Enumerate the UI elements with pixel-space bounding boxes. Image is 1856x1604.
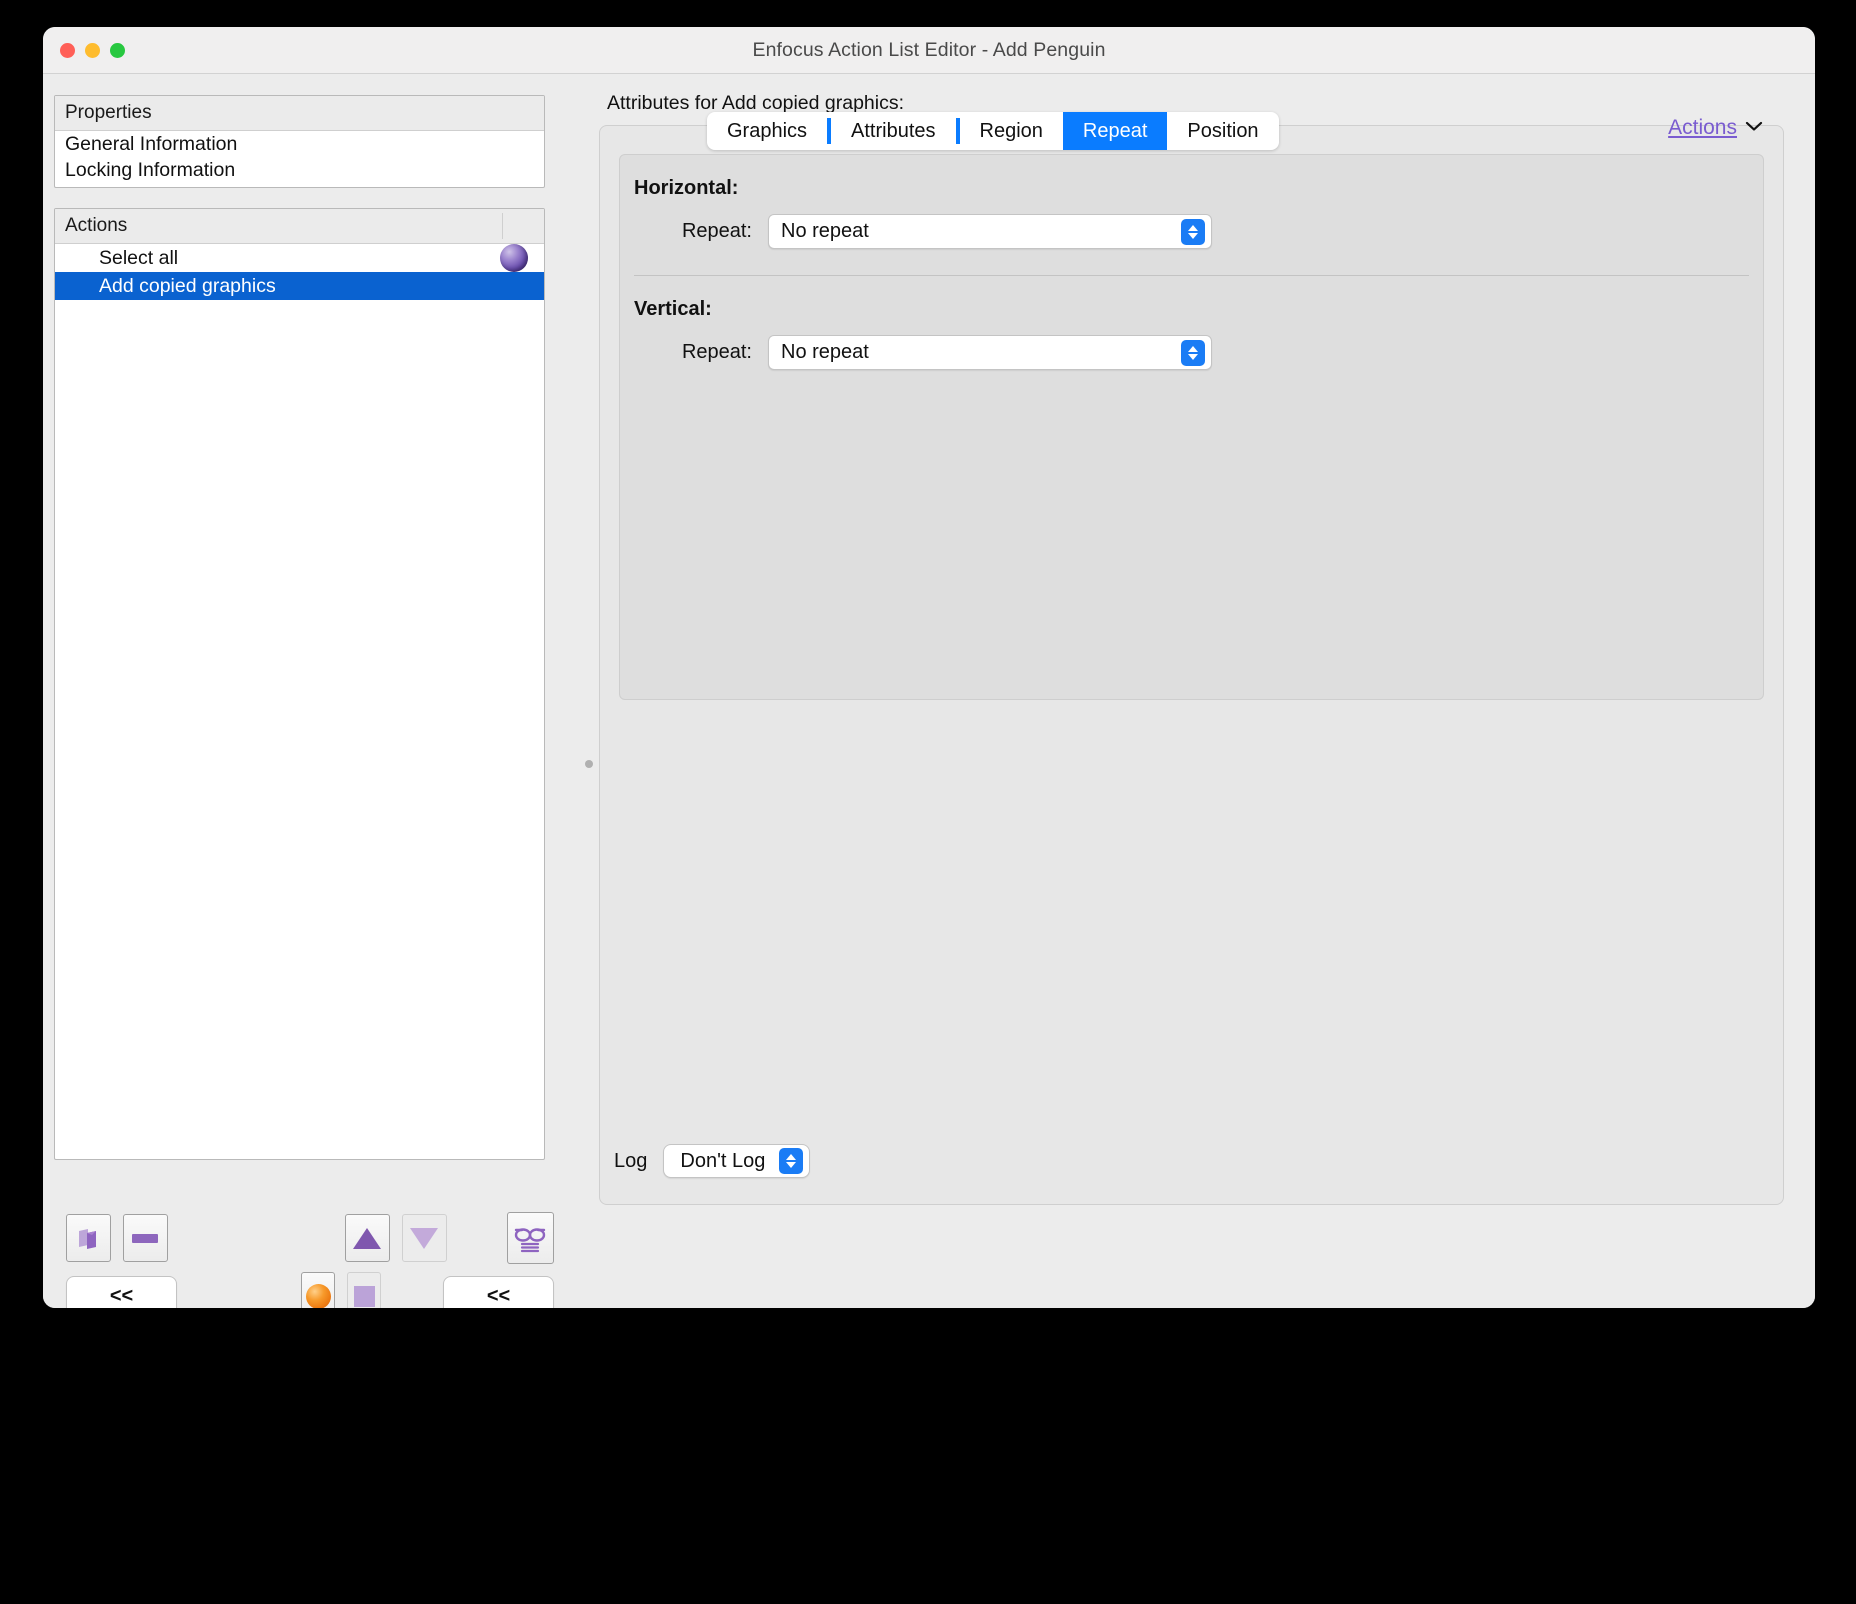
preview-button[interactable]: [506, 1212, 554, 1264]
action-row-label: Add copied graphics: [99, 274, 276, 297]
right-column: Attributes for Add copied graphics: Grap…: [599, 92, 1784, 1308]
tab-attributes[interactable]: Attributes: [831, 112, 955, 150]
chevron-up-icon: [1188, 345, 1198, 352]
vertical-repeat-label: Repeat:: [681, 341, 752, 363]
tab-label: Graphics: [727, 119, 808, 142]
tab-repeat[interactable]: Repeat: [1062, 112, 1168, 150]
window-title: Enfocus Action List Editor - Add Penguin: [752, 39, 1106, 61]
add-action-button[interactable]: [66, 1214, 111, 1262]
collapse-right-button[interactable]: <<: [443, 1276, 554, 1308]
purple-square-icon: [353, 1285, 375, 1307]
tab-bar: Graphics Attributes Region Repeat Positi…: [707, 112, 1279, 150]
properties-item-locking-information[interactable]: Locking Information: [55, 157, 544, 183]
attributes-container: Graphics Attributes Region Repeat Positi…: [599, 112, 1784, 1205]
properties-item-general-information[interactable]: General Information: [55, 131, 544, 157]
vertical-repeat-field-row: Repeat: No repeat: [658, 335, 1763, 370]
actions-panel-header: Actions: [55, 209, 544, 244]
minus-icon: [132, 1233, 159, 1243]
app-window: Enfocus Action List Editor - Add Penguin…: [43, 27, 1815, 1308]
toolbar-row-bottom: << <<: [54, 1267, 554, 1308]
purple-sphere-icon: [500, 244, 528, 272]
repeat-settings-panel: Horizontal: Repeat: No repeat Vertical:: [619, 154, 1764, 700]
action-row-label: Select all: [99, 246, 179, 269]
glasses-icon: [512, 1223, 548, 1253]
actions-header-label: Actions: [65, 215, 128, 236]
triangle-down-icon: [410, 1227, 439, 1249]
actions-list-item-add-copied-graphics[interactable]: Add copied graphics: [55, 272, 544, 300]
properties-item-label: General Information: [65, 133, 238, 155]
horizontal-repeat-label: Repeat:: [681, 220, 752, 242]
stepper-icon[interactable]: [1181, 218, 1205, 245]
orange-sphere-button[interactable]: [301, 1272, 335, 1308]
vertical-section-title: Vertical:: [634, 298, 712, 320]
move-down-button[interactable]: [401, 1214, 447, 1262]
actions-list-panel: Actions Select all Add copied graphics: [54, 208, 545, 1160]
panel-splitter-handle[interactable]: [585, 760, 593, 768]
tab-position[interactable]: Position: [1167, 112, 1278, 150]
triangle-up-icon: [353, 1227, 382, 1249]
chevron-up-icon: [1188, 224, 1198, 231]
properties-panel: Properties General Information Locking I…: [54, 95, 545, 188]
vertical-repeat-select[interactable]: No repeat: [768, 335, 1212, 370]
stepper-icon[interactable]: [1181, 339, 1205, 366]
move-up-button[interactable]: [344, 1214, 390, 1262]
left-toolbar: << <<: [54, 1209, 554, 1308]
tab-graphics[interactable]: Graphics: [707, 112, 827, 150]
log-label: Log: [614, 1149, 648, 1172]
toolbar-row-top: [54, 1209, 554, 1267]
log-select[interactable]: Don't Log: [663, 1144, 811, 1178]
log-row: Log Don't Log: [614, 1144, 811, 1178]
properties-panel-header: Properties: [55, 96, 544, 131]
tab-bar-wrapper: Graphics Attributes Region Repeat Positi…: [707, 112, 1279, 150]
chevron-down-icon: [1188, 232, 1198, 239]
copy-pages-icon: [75, 1225, 101, 1251]
chevron-down-icon: [1188, 353, 1198, 360]
horizontal-repeat-field-row: Repeat: No repeat: [658, 214, 1763, 249]
title-bar: Enfocus Action List Editor - Add Penguin: [43, 27, 1815, 74]
left-column: Properties General Information Locking I…: [54, 95, 545, 1190]
chevron-down-icon: [786, 1162, 797, 1168]
column-divider: [502, 213, 503, 239]
tab-region[interactable]: Region: [960, 112, 1063, 150]
collapse-right-label: <<: [486, 1284, 511, 1307]
tab-label: Attributes: [851, 119, 936, 142]
collapse-left-label: <<: [109, 1284, 134, 1307]
horizontal-repeat-value: No repeat: [781, 220, 869, 242]
chevron-down-icon: [1745, 119, 1763, 137]
section-divider: [634, 275, 1749, 276]
collapse-left-button[interactable]: <<: [66, 1276, 177, 1308]
log-value: Don't Log: [680, 1149, 766, 1172]
window-body: Properties General Information Locking I…: [43, 74, 1815, 1308]
tab-label: Repeat: [1082, 119, 1148, 142]
tab-label: Region: [979, 119, 1043, 142]
horizontal-section-title: Horizontal:: [634, 177, 739, 199]
actions-menu-label: Actions: [1668, 116, 1737, 139]
actions-menu-button[interactable]: Actions: [1668, 116, 1763, 140]
horizontal-repeat-select[interactable]: No repeat: [768, 214, 1212, 249]
square-button[interactable]: [347, 1272, 381, 1308]
chevron-up-icon: [786, 1154, 797, 1160]
properties-item-label: Locking Information: [65, 159, 236, 181]
orange-sphere-icon: [305, 1283, 331, 1308]
stepper-icon[interactable]: [779, 1148, 804, 1174]
vertical-repeat-value: No repeat: [781, 341, 869, 363]
remove-action-button[interactable]: [122, 1214, 168, 1262]
properties-header-label: Properties: [65, 102, 152, 123]
actions-list-item-select-all[interactable]: Select all: [55, 244, 544, 272]
tab-label: Position: [1187, 119, 1259, 142]
